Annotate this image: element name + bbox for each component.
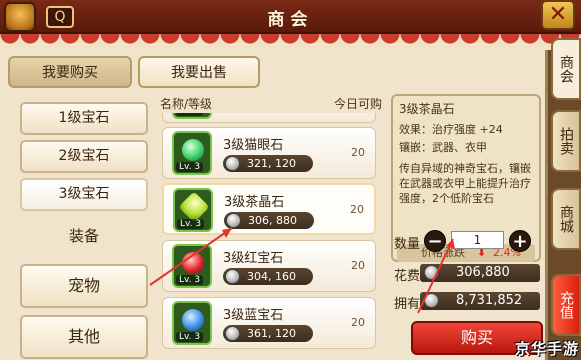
cost-display: 306,880 xyxy=(420,264,540,282)
item-quantity: 20 xyxy=(351,146,365,159)
detail-title: 3级茶晶石 xyxy=(399,102,455,116)
level-badge: Lv. 3 xyxy=(177,219,205,229)
page-title: 商会 xyxy=(267,10,314,30)
tab-buy[interactable]: 我要购买 xyxy=(8,56,132,88)
detail-inlay: 镶嵌：武器、衣甲 xyxy=(399,141,487,154)
silver-coin-icon xyxy=(424,265,439,280)
item-price-value: 361, 120 xyxy=(247,327,296,340)
category-gem-level-2[interactable]: 2级宝石 xyxy=(20,140,148,173)
owned-value: 8,731,852 xyxy=(456,293,523,308)
list-item[interactable]: Lv. 3 3级猫眼石 321, 120 20 xyxy=(162,127,376,179)
item-price: 361, 120 xyxy=(223,325,313,342)
shop-panel: 我要购买 我要出售 1级宝石 2级宝石 3级宝石 装备 宠物 其他 名称/等级 … xyxy=(0,50,548,360)
gem-slot: Lv. 3 xyxy=(172,113,212,119)
side-tab-chamber-of-commerce[interactable]: 商会 xyxy=(551,38,581,100)
list-header: 名称/等级 今日可购 xyxy=(160,95,382,113)
gem-slot: Lv. 3 xyxy=(172,244,212,288)
column-name-level: 名称/等级 xyxy=(160,97,213,111)
top-bar: Q 商会 ✕ xyxy=(0,0,581,34)
quantity-label: 数量 xyxy=(394,237,421,252)
list-item[interactable]: Lv. 3 3级蓝宝石 361, 120 20 xyxy=(162,297,376,349)
item-name: 3级蓝宝石 xyxy=(223,308,284,323)
column-today-buyable: 今日可购 xyxy=(333,97,382,111)
close-button[interactable]: ✕ xyxy=(541,0,575,30)
cost-value: 306,880 xyxy=(456,265,510,280)
detail-effect: 效果：治疗强度 +24 xyxy=(399,123,503,136)
item-price: 304, 160 xyxy=(223,268,313,285)
level-badge: Lv. 3 xyxy=(176,332,204,342)
owned-label: 拥有 xyxy=(394,297,421,312)
category-gem-level-3[interactable]: 3级宝石 xyxy=(20,178,148,211)
item-name: 3级茶晶石 xyxy=(224,195,285,210)
category-gem-level-1[interactable]: 1级宝石 xyxy=(20,102,148,135)
item-price-value: 306, 880 xyxy=(248,214,297,227)
level-badge: Lv. 3 xyxy=(176,113,204,116)
detail-description: 传自异域的神奇宝石，镶嵌在武器或衣甲上能提升治疗强度，2个低阶宝石 xyxy=(399,162,531,205)
list-item-selected[interactable]: Lv. 3 3级茶晶石 306, 880 20 xyxy=(162,183,376,235)
owned-display: 8,731,852 xyxy=(420,292,540,310)
silver-coin-icon xyxy=(424,293,439,308)
silver-coin-icon xyxy=(226,213,241,228)
gem-slot: Lv. 3 xyxy=(172,131,212,175)
level-badge: Lv. 3 xyxy=(176,275,204,285)
watermark: 京华手游 xyxy=(514,340,579,358)
item-quantity: 20 xyxy=(351,259,365,272)
silver-coin-icon xyxy=(225,269,240,284)
quantity-input[interactable]: 1 xyxy=(451,231,504,249)
item-quantity: 20 xyxy=(351,316,365,329)
list-item-partial[interactable]: Lv. 3 xyxy=(162,113,376,123)
gem-slot: Lv. 3 xyxy=(172,301,212,345)
side-tab-auction[interactable]: 拍卖 xyxy=(551,110,581,172)
list-item[interactable]: Lv. 3 3级红宝石 304, 160 20 xyxy=(162,240,376,292)
item-price: 306, 880 xyxy=(224,212,314,229)
smoky-quartz-gem-icon xyxy=(178,191,210,223)
item-name: 3级红宝石 xyxy=(223,251,284,266)
item-list[interactable]: Lv. 3 Lv. 3 3级猫眼石 321, 120 20 Lv. 3 3级茶晶… xyxy=(158,113,378,360)
silver-coin-icon xyxy=(225,326,240,341)
cost-label: 花费 xyxy=(394,269,421,284)
ruby-gem-icon xyxy=(182,252,204,274)
category-equipment[interactable]: 装备 xyxy=(20,222,148,257)
gem-slot: Lv. 3 xyxy=(173,188,213,232)
category-pet[interactable]: 宠物 xyxy=(20,264,148,308)
silver-coin-icon xyxy=(225,156,240,171)
sapphire-gem-icon xyxy=(182,309,204,331)
item-quantity: 20 xyxy=(350,203,364,216)
item-name: 3级猫眼石 xyxy=(223,138,284,153)
cats-eye-gem-icon xyxy=(182,139,204,161)
minus-button[interactable]: − xyxy=(424,230,446,252)
level-badge: Lv. 3 xyxy=(176,162,204,172)
awning-decoration xyxy=(0,34,581,50)
side-tab-recharge[interactable]: 充值 xyxy=(551,274,581,336)
tab-sell[interactable]: 我要出售 xyxy=(138,56,260,88)
item-price-value: 304, 160 xyxy=(247,270,296,283)
item-price: 321, 120 xyxy=(223,155,313,172)
item-price-value: 321, 120 xyxy=(247,157,296,170)
plus-button[interactable]: + xyxy=(509,230,531,252)
category-other[interactable]: 其他 xyxy=(20,315,148,359)
side-tab-mall[interactable]: 商城 xyxy=(551,188,581,250)
